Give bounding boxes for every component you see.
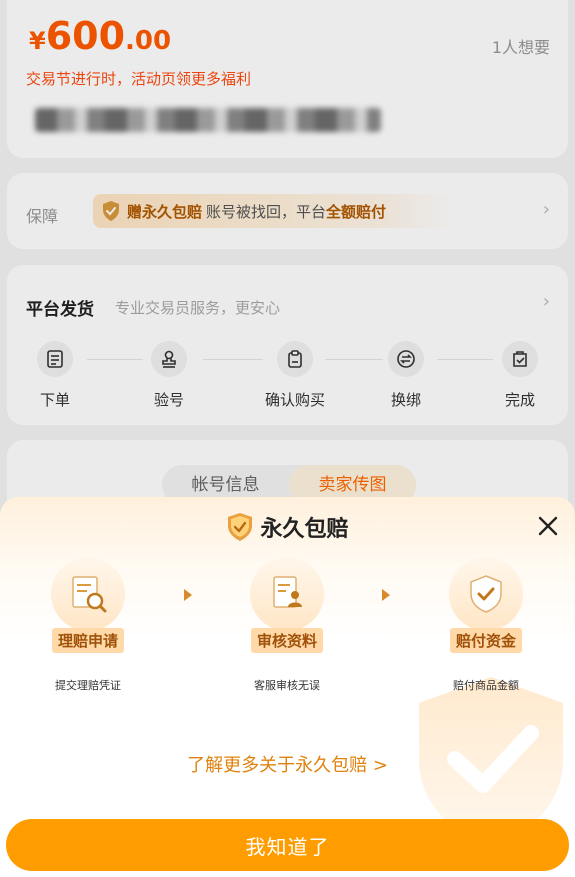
claim-step-badge: 赔付资金 bbox=[449, 628, 522, 653]
learn-more-link[interactable]: 了解更多关于永久包赔 > bbox=[0, 751, 575, 777]
shield-check-icon bbox=[449, 557, 523, 631]
claim-step: 理赔申请 提交理赔凭证 bbox=[28, 557, 148, 693]
claim-process: 理赔申请 提交理赔凭证 审核资料 客服审核无误 赔付资金 赔付商品金额 bbox=[0, 557, 575, 692]
claim-step-desc: 提交理赔凭证 bbox=[55, 679, 121, 692]
arrow-right-icon bbox=[184, 589, 192, 601]
sheet-title: 永久包赔 bbox=[260, 517, 349, 542]
document-search-icon bbox=[51, 557, 125, 631]
close-icon[interactable] bbox=[537, 515, 559, 537]
claim-step: 审核资料 客服审核无误 bbox=[227, 557, 347, 693]
claim-step-desc: 赔付商品金额 bbox=[453, 679, 519, 692]
claim-step-badge: 理赔申请 bbox=[51, 628, 124, 653]
claim-step-desc: 客服审核无误 bbox=[254, 679, 320, 692]
document-review-icon bbox=[250, 557, 324, 631]
guarantee-sheet: 永久包赔 理赔申请 提交理赔凭证 审核资料 客服审核无误 赔付资金 赔付商品金额… bbox=[0, 497, 575, 877]
claim-step-badge: 审核资料 bbox=[250, 628, 323, 653]
claim-step: 赔付资金 赔付商品金额 bbox=[426, 557, 546, 693]
sheet-header: 永久包赔 bbox=[0, 511, 575, 543]
arrow-right-icon bbox=[382, 589, 390, 601]
shield-check-icon bbox=[228, 513, 253, 541]
got-it-button[interactable]: 我知道了 bbox=[6, 819, 569, 871]
